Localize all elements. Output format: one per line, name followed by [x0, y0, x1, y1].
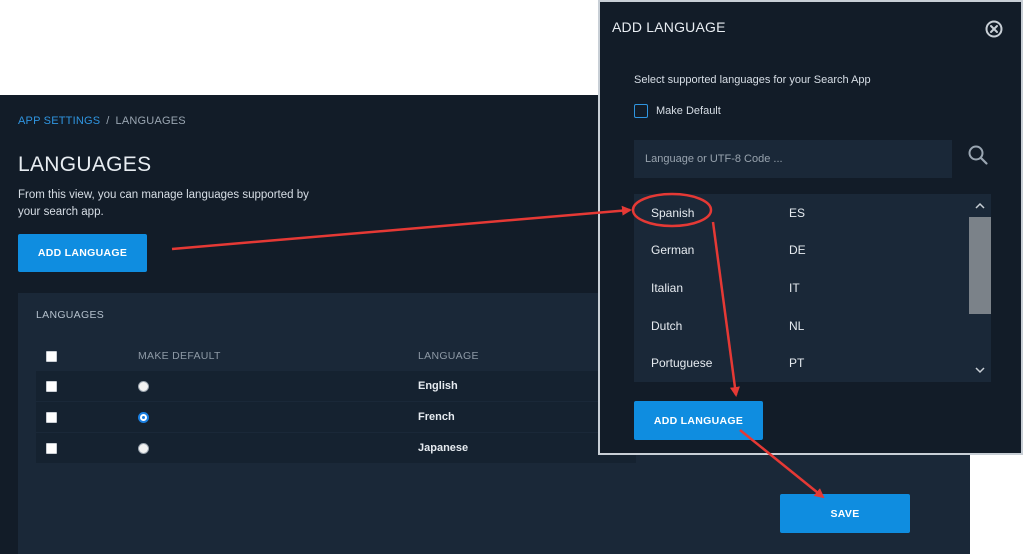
column-make-default: MAKE DEFAULT [138, 350, 221, 362]
breadcrumb-separator: / [106, 115, 110, 127]
row-checkbox[interactable] [46, 411, 57, 423]
table-header: MAKE DEFAULT LANGUAGE [36, 341, 636, 371]
list-item[interactable]: Spanish ES [634, 194, 969, 232]
make-default-radio[interactable] [138, 442, 149, 454]
column-language: LANGUAGE [418, 350, 479, 362]
table-row: Japanese [36, 433, 636, 463]
language-name: German [651, 243, 695, 258]
panel-title: LANGUAGES [36, 309, 105, 321]
breadcrumb: APP SETTINGS / LANGUAGES [18, 115, 186, 127]
language-name: Portuguese [651, 356, 713, 371]
modal-add-language-button[interactable]: ADD LANGUAGE [634, 401, 763, 440]
page-description: From this view, you can manage languages… [18, 189, 309, 218]
chevron-up-icon[interactable] [974, 200, 986, 212]
make-default-radio[interactable] [138, 380, 149, 392]
language-name: English [418, 380, 458, 392]
breadcrumb-app-settings[interactable]: APP SETTINGS [18, 115, 100, 127]
add-language-button[interactable]: ADD LANGUAGE [18, 234, 147, 272]
select-all-checkbox[interactable] [46, 350, 57, 362]
scrollbar[interactable] [969, 194, 991, 382]
search-icon[interactable] [967, 144, 989, 166]
scrollbar-thumb[interactable] [969, 217, 991, 314]
row-checkbox[interactable] [46, 442, 57, 454]
list-item[interactable]: German DE [634, 232, 969, 270]
language-name: Italian [651, 280, 684, 295]
table-row: English [36, 371, 636, 401]
language-code: NL [789, 318, 805, 333]
row-checkbox[interactable] [46, 380, 57, 392]
languages-table: MAKE DEFAULT LANGUAGE English French Jap… [36, 341, 636, 464]
language-name: Dutch [651, 318, 683, 333]
language-code: IT [789, 280, 800, 295]
language-search-input[interactable] [634, 140, 952, 178]
make-default-radio[interactable] [138, 411, 149, 423]
add-language-modal: ADD LANGUAGE Select supported languages … [598, 0, 1023, 455]
language-name: Spanish [651, 205, 695, 220]
language-code: ES [789, 205, 806, 220]
page-title: LANGUAGES [18, 153, 152, 176]
breadcrumb-current: LANGUAGES [115, 115, 186, 127]
make-default-checkbox[interactable]: Make Default [634, 104, 721, 118]
language-name: Japanese [418, 442, 469, 454]
list-item[interactable]: Portuguese PT [634, 344, 969, 382]
modal-subtitle: Select supported languages for your Sear… [634, 74, 871, 86]
table-row: French [36, 402, 636, 432]
language-list: Spanish ES German DE Italian IT Dutch NL… [634, 194, 991, 382]
make-default-label: Make Default [656, 105, 721, 117]
list-item[interactable]: Dutch NL [634, 307, 969, 345]
chevron-down-icon[interactable] [974, 364, 986, 376]
language-code: PT [789, 356, 805, 371]
modal-title: ADD LANGUAGE [612, 19, 726, 35]
language-code: DE [789, 243, 806, 258]
list-item[interactable]: Italian IT [634, 269, 969, 307]
save-button[interactable]: SAVE [780, 494, 910, 533]
close-icon[interactable] [985, 20, 1003, 38]
language-name: French [418, 411, 455, 423]
checkbox-box[interactable] [634, 104, 648, 118]
